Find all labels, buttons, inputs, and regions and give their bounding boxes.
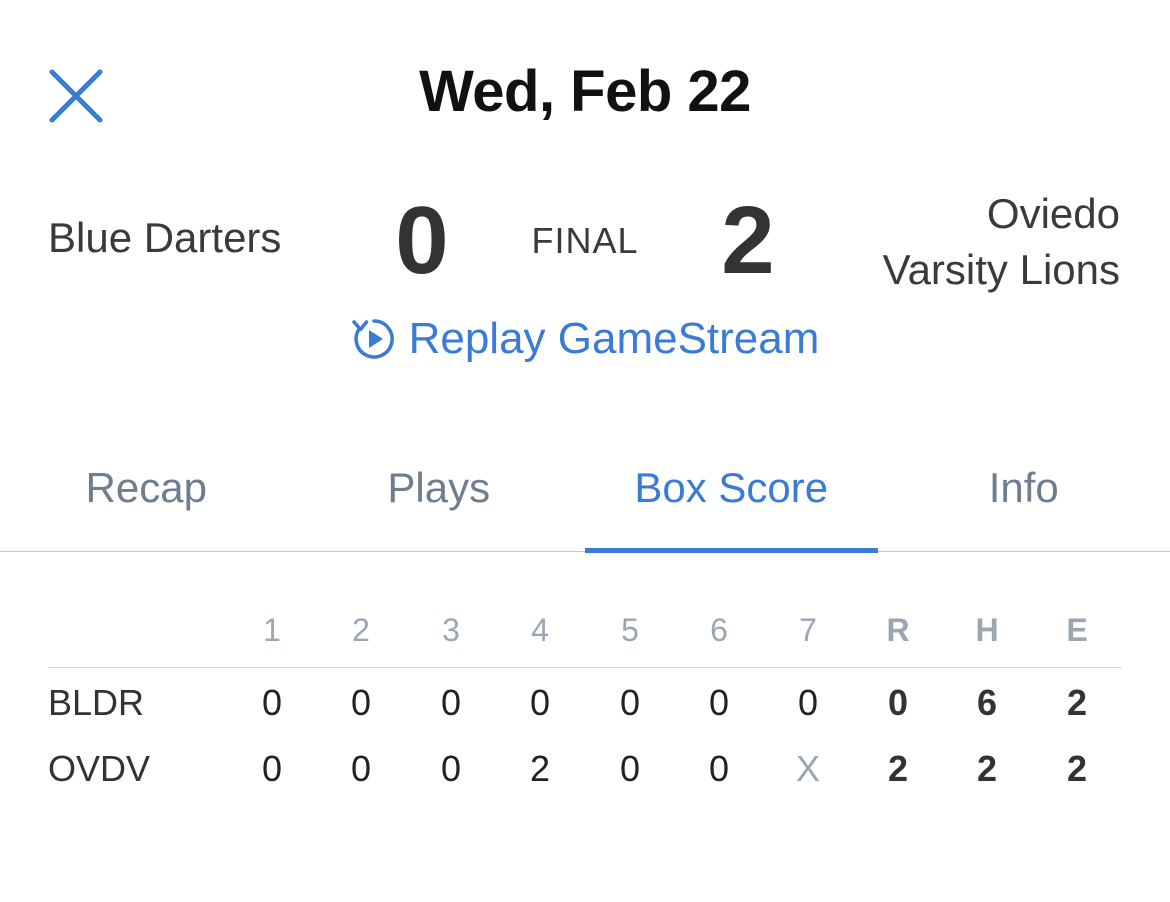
hits-header: H [975, 612, 999, 648]
errors-total: 2 [1066, 682, 1088, 723]
replay-gamestream-link[interactable]: Replay GameStream [0, 314, 1170, 364]
box-score-header-row: 1 2 3 4 5 6 7 R H E [48, 608, 1122, 668]
errors-total: 2 [1066, 748, 1088, 789]
inning-score: 0 [350, 748, 372, 789]
replay-label: Replay GameStream [408, 314, 820, 363]
inning-score: 0 [708, 682, 730, 723]
home-team-name-line2: Varsity Lions [882, 246, 1120, 293]
inning-score: 0 [440, 748, 462, 789]
replay-icon [351, 319, 394, 359]
tab-bar: Recap Plays Box Score Info [0, 440, 1170, 553]
table-row: BLDR 0 0 0 0 0 0 0 0 6 2 [48, 668, 1122, 734]
inning-header: 2 [352, 612, 370, 648]
tab-plays[interactable]: Plays [293, 440, 586, 551]
inning-header: 1 [263, 612, 281, 648]
inning-header: 7 [799, 612, 817, 648]
runs-header: R [886, 612, 910, 648]
hits-total: 6 [976, 682, 998, 723]
tab-box-score[interactable]: Box Score [585, 440, 878, 553]
inning-score: 0 [261, 748, 283, 789]
inning-score: 0 [529, 682, 551, 723]
inning-score: 0 [619, 682, 641, 723]
runs-total: 2 [887, 748, 909, 789]
inning-score: 0 [619, 748, 641, 789]
away-team-score: 0 [395, 187, 449, 294]
table-row: OVDV 0 0 0 2 0 0 X 2 2 2 [48, 734, 1122, 800]
inning-header: 4 [531, 612, 549, 648]
inning-score: 0 [708, 748, 730, 789]
tab-recap[interactable]: Recap [0, 440, 293, 551]
away-team-name: Blue Darters [48, 214, 282, 261]
game-detail-screen: Wed, Feb 22 Blue Darters 0 FINAL 2 Ovied… [0, 0, 1170, 902]
inning-score: 2 [529, 748, 551, 789]
errors-header: E [1066, 612, 1088, 648]
hits-total: 2 [976, 748, 998, 789]
page-title: Wed, Feb 22 [419, 59, 751, 124]
team-abbreviation: BLDR [48, 682, 145, 723]
inning-score: 0 [261, 682, 283, 723]
tab-info[interactable]: Info [878, 440, 1170, 551]
box-score-table: 1 2 3 4 5 6 7 R H E BLDR 0 0 0 0 0 0 0 0… [48, 608, 1122, 800]
inning-score-not-played: X [795, 748, 820, 789]
inning-score: 0 [797, 682, 819, 723]
home-team-name: Oviedo Varsity Lions [883, 186, 1120, 298]
inning-score: 0 [350, 682, 372, 723]
game-status: FINAL [531, 220, 639, 261]
inning-header: 3 [442, 612, 460, 648]
team-abbreviation: OVDV [48, 748, 151, 789]
inning-score: 0 [440, 682, 462, 723]
home-team-score: 2 [721, 187, 775, 294]
inning-header: 6 [710, 612, 728, 648]
home-team-name-line1: Oviedo [986, 190, 1120, 237]
inning-header: 5 [621, 612, 639, 648]
runs-total: 0 [887, 682, 909, 723]
